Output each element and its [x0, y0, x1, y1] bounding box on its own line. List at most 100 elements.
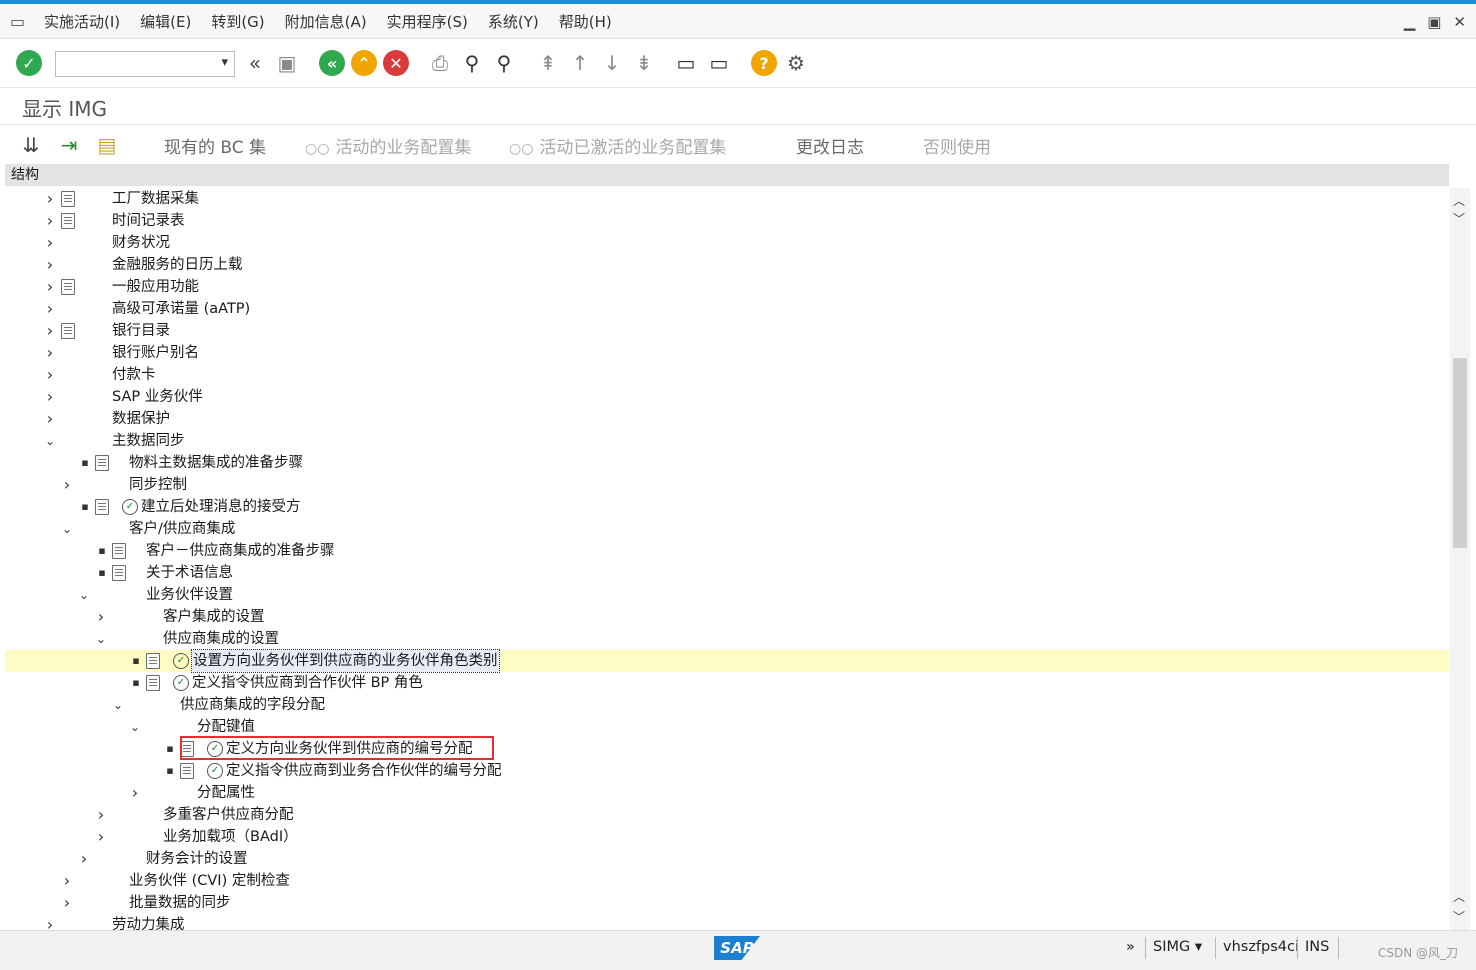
menu-implementation[interactable]: 实施活动(I): [44, 11, 120, 32]
status-more-icon[interactable]: »: [1126, 939, 1135, 955]
tree-row[interactable]: ▪ ✓ 定义指令供应商到业务合作伙伴的编号分配: [5, 760, 1449, 782]
menu-extras[interactable]: 附加信息(A): [285, 11, 367, 32]
tree-row[interactable]: › 多重客户供应商分配: [5, 804, 1449, 826]
tree-row[interactable]: › 金融服务的日历上载: [5, 254, 1449, 276]
documentation-icon[interactable]: [61, 323, 75, 339]
tree-row[interactable]: ⌄ 客户/供应商集成: [5, 518, 1449, 540]
back-icon[interactable]: «: [319, 50, 345, 76]
documentation-icon[interactable]: [146, 653, 160, 669]
chevron-right-icon[interactable]: ›: [44, 276, 56, 298]
tree-row[interactable]: › SAP 业务伙伴: [5, 386, 1449, 408]
chevron-right-icon[interactable]: ›: [95, 606, 107, 628]
chevron-right-icon[interactable]: ›: [44, 232, 56, 254]
transaction-code[interactable]: SIMG ▾: [1153, 939, 1202, 955]
tree-node-label[interactable]: 多重客户供应商分配: [163, 804, 294, 826]
tree-row[interactable]: › 业务加载项（BAdI）: [5, 826, 1449, 848]
tree-row[interactable]: ⌄ 供应商集成的字段分配: [5, 694, 1449, 716]
chevron-right-icon[interactable]: ›: [44, 254, 56, 276]
chevron-right-icon[interactable]: ›: [44, 914, 56, 930]
collapse-command-icon[interactable]: «: [242, 49, 268, 77]
chevron-right-icon[interactable]: ›: [44, 364, 56, 386]
exit-icon[interactable]: ⌃: [351, 50, 377, 76]
tree-row[interactable]: › 客户集成的设置: [5, 606, 1449, 628]
tree-node-label[interactable]: 客户－供应商集成的准备步骤: [146, 540, 335, 562]
tree-node-label[interactable]: 数据保护: [112, 408, 170, 430]
chevron-down-icon[interactable]: ⌄: [78, 584, 90, 606]
chevron-down-icon[interactable]: ⌄: [112, 694, 124, 716]
tree-node-label[interactable]: 批量数据的同步: [129, 892, 231, 914]
tree-node-label[interactable]: 业务伙伴 (CVI) 定制检查: [129, 870, 290, 892]
chevron-right-icon[interactable]: ›: [61, 474, 73, 496]
chevron-down-icon[interactable]: ⌄: [61, 518, 73, 540]
chevron-right-icon[interactable]: ›: [44, 188, 56, 210]
scrollbar-thumb[interactable]: [1453, 358, 1467, 548]
tree-row[interactable]: › 分配属性: [5, 782, 1449, 804]
tree-node-label[interactable]: 同步控制: [129, 474, 187, 496]
tree-node-label[interactable]: 银行账户别名: [112, 342, 199, 364]
documentation-icon[interactable]: [61, 213, 75, 229]
chevron-right-icon[interactable]: ›: [61, 892, 73, 914]
tree-row[interactable]: › 财务会计的设置: [5, 848, 1449, 870]
tree-row[interactable]: › 同步控制: [5, 474, 1449, 496]
maximize-icon[interactable]: ▣: [1427, 13, 1441, 31]
previous-page-icon[interactable]: ↑: [567, 49, 593, 77]
tree-node-label[interactable]: 建立后处理消息的接受方: [141, 496, 301, 518]
tree-node-label[interactable]: 财务会计的设置: [146, 848, 248, 870]
tree-row[interactable]: › 高级可承诺量 (aATP): [5, 298, 1449, 320]
tree-row[interactable]: ▪ ✓ 设置方向业务伙伴到供应商的业务伙伴角色类别: [5, 649, 1449, 673]
tree-node-label[interactable]: 银行目录: [112, 320, 170, 342]
tree-node-label[interactable]: 供应商集成的设置: [163, 628, 279, 650]
tree-node-label[interactable]: 财务状况: [112, 232, 170, 254]
tree-row[interactable]: ▪ 物料主数据集成的准备步骤: [5, 452, 1449, 474]
tree-node-label[interactable]: 定义指令供应商到业务合作伙伴的编号分配: [226, 760, 502, 782]
tree-node-label[interactable]: 供应商集成的字段分配: [180, 694, 325, 716]
active-sets-button[interactable]: ○○ 活动的业务配置集: [305, 133, 471, 158]
chevron-right-icon[interactable]: ›: [44, 298, 56, 320]
clipboard-icon[interactable]: ▤: [94, 131, 120, 159]
enter-icon[interactable]: ✓: [16, 50, 42, 76]
next-page-icon[interactable]: ↓: [599, 49, 625, 77]
tree-row[interactable]: › 业务伙伴 (CVI) 定制检查: [5, 870, 1449, 892]
documentation-icon[interactable]: [146, 675, 160, 691]
tree-row[interactable]: › 工厂数据采集: [5, 188, 1449, 210]
menu-icon[interactable]: ▭: [10, 12, 32, 31]
tree-node-label[interactable]: 劳动力集成: [112, 914, 185, 930]
tree-node-label[interactable]: 工厂数据采集: [112, 188, 199, 210]
scroll-down-icon[interactable]: ︿: [1453, 888, 1465, 905]
menu-help[interactable]: 帮助(H): [559, 11, 612, 32]
tree-node-label[interactable]: 付款卡: [112, 364, 156, 386]
chevron-down-icon[interactable]: ⌄: [44, 430, 56, 452]
chevron-right-icon[interactable]: ›: [44, 342, 56, 364]
documentation-icon[interactable]: [61, 279, 75, 295]
execute-project-icon[interactable]: ⇥: [56, 131, 82, 159]
tree-row[interactable]: ▪ 关于术语信息: [5, 562, 1449, 584]
chevron-right-icon[interactable]: ›: [44, 210, 56, 232]
scroll-bottom-icon[interactable]: ﹀: [1453, 908, 1465, 925]
save-icon[interactable]: ▣: [274, 49, 300, 77]
tree-node-label[interactable]: 业务加载项（BAdI）: [163, 826, 298, 848]
scroll-top-icon[interactable]: ︿: [1453, 192, 1465, 209]
tree-row[interactable]: ▪ ✓ 定义指令供应商到合作伙伴 BP 角色: [5, 672, 1449, 694]
tree-node-label[interactable]: 设置方向业务伙伴到供应商的业务伙伴角色类别: [191, 649, 500, 673]
activated-sets-button[interactable]: ○○ 活动已激活的业务配置集: [509, 133, 726, 158]
documentation-icon[interactable]: [112, 565, 126, 581]
bc-sets-button[interactable]: 现有的 BC 集: [164, 133, 266, 158]
tree-row[interactable]: ⌄ 分配键值: [5, 716, 1449, 738]
tree-node-label[interactable]: 主数据同步: [112, 430, 185, 452]
close-icon[interactable]: ✕: [1453, 13, 1466, 31]
tree-row[interactable]: › 数据保护: [5, 408, 1449, 430]
vertical-scrollbar[interactable]: ︿ ﹀ ︿ ﹀: [1450, 188, 1470, 930]
menu-system[interactable]: 系统(Y): [488, 11, 539, 32]
shortcut-icon[interactable]: ▭: [706, 49, 732, 77]
tree-row[interactable]: ⌄ 业务伙伴设置: [5, 584, 1449, 606]
expand-all-icon[interactable]: ⇊: [18, 131, 44, 159]
where-used-button[interactable]: 否则使用: [923, 133, 991, 158]
chevron-right-icon[interactable]: ›: [95, 804, 107, 826]
chevron-right-icon[interactable]: ›: [61, 870, 73, 892]
minimize-icon[interactable]: ▁: [1404, 13, 1416, 31]
new-session-icon[interactable]: ▭: [673, 49, 699, 77]
tree-row[interactable]: ⌄ 主数据同步: [5, 430, 1449, 452]
chevron-down-icon[interactable]: ⌄: [129, 716, 141, 738]
scroll-up-icon[interactable]: ﹀: [1453, 210, 1465, 227]
chevron-down-icon[interactable]: ⌄: [95, 628, 107, 650]
